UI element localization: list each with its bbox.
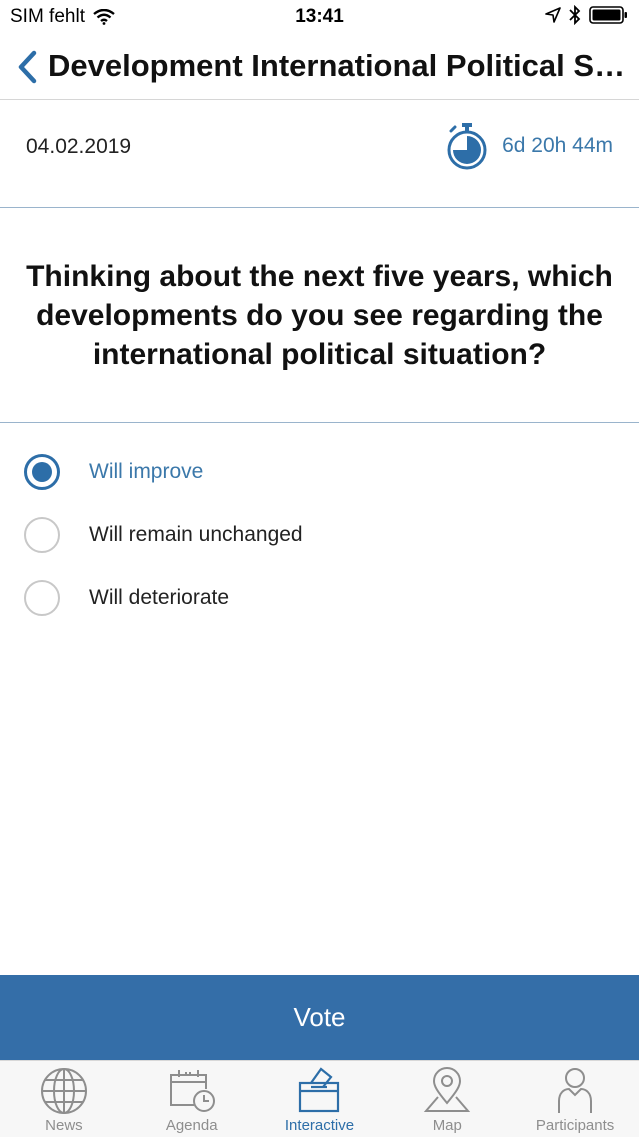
tab-participants[interactable]: Participants [511,1061,639,1137]
person-icon [558,1068,593,1113]
tab-label: Agenda [165,1117,218,1134]
chevron-left-icon [18,50,37,84]
tab-bar: News Agenda Interactive Map Participants [0,1060,639,1137]
answer-options: Will improve Will remain unchanged Will … [0,440,639,629]
poll-date: 04.02.2019 [26,135,132,158]
calendar-clock-icon [169,1070,215,1112]
navigation-bar: Development International Political Situ… [0,36,639,100]
tab-label: Participants [535,1117,615,1134]
status-bar: SIM fehlt 13:41 [0,0,639,36]
battery-icon [589,6,627,24]
question-text: Thinking about the next five years, whic… [26,259,613,371]
ballot-box-icon [299,1067,340,1113]
option-label: Will remain unchanged [89,522,303,546]
location-arrow-icon [545,7,561,23]
globe-icon [40,1068,87,1114]
option-label: Will deteriorate [89,585,230,609]
radio-selected[interactable] [24,453,60,490]
option-will-improve[interactable]: Will improve [0,440,639,503]
radio-unselected[interactable] [24,516,60,553]
option-will-remain-unchanged[interactable]: Will remain unchanged [0,503,639,566]
meta-row: 04.02.2019 6d 20h 44m [0,100,639,208]
tab-news[interactable]: News [0,1061,128,1137]
tab-label: Map [432,1117,462,1134]
option-will-deteriorate[interactable]: Will deteriorate [0,566,639,629]
back-button[interactable] [16,49,44,85]
question-block: Thinking about the next five years, whic… [0,208,639,423]
clock: 13:41 [295,6,344,27]
stopwatch-icon [447,123,487,170]
map-pin-icon [424,1067,471,1112]
option-label: Will improve [89,459,204,483]
tab-map[interactable]: Map [383,1061,511,1137]
tab-interactive[interactable]: Interactive [256,1061,384,1137]
time-remaining: 6d 20h 44m [446,122,613,170]
radio-unselected[interactable] [24,579,60,616]
bluetooth-icon [569,5,581,25]
vote-button[interactable]: Vote [0,975,639,1060]
time-remaining-label: 6d 20h 44m [502,134,613,157]
page-title: Development International Political Situ… [48,48,628,83]
tab-label: Interactive [284,1117,355,1134]
tab-label: News [45,1117,83,1134]
status-right [545,5,629,25]
tab-agenda[interactable]: Agenda [128,1061,256,1137]
